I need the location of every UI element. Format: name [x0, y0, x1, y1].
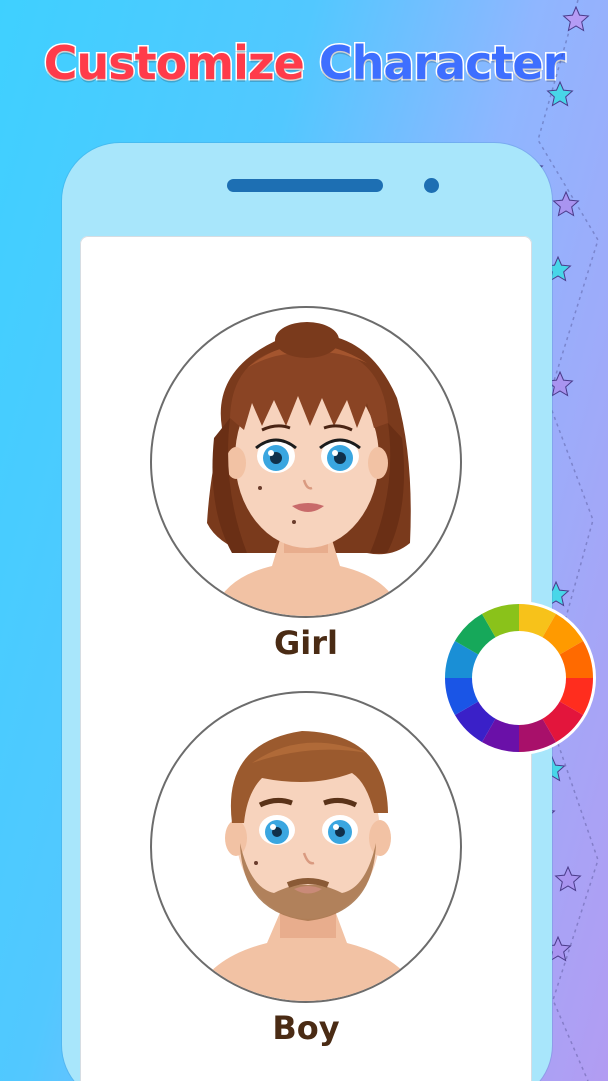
star-icon: [552, 190, 580, 217]
page-title: Customize Character: [0, 35, 608, 92]
star-icon: [546, 80, 574, 107]
star-icon: [554, 865, 582, 892]
boy-avatar-icon: [192, 731, 422, 1001]
boy-avatar-circle[interactable]: [150, 691, 462, 1003]
phone-speaker: [227, 179, 383, 192]
star-icon: [562, 5, 590, 32]
boy-label[interactable]: Boy: [80, 1009, 532, 1047]
phone-camera: [424, 178, 439, 193]
girl-avatar-circle[interactable]: [150, 306, 462, 618]
color-wheel-icon[interactable]: [441, 600, 597, 756]
girl-avatar-icon: [207, 322, 411, 616]
title-word-customize: Customize: [42, 35, 306, 92]
